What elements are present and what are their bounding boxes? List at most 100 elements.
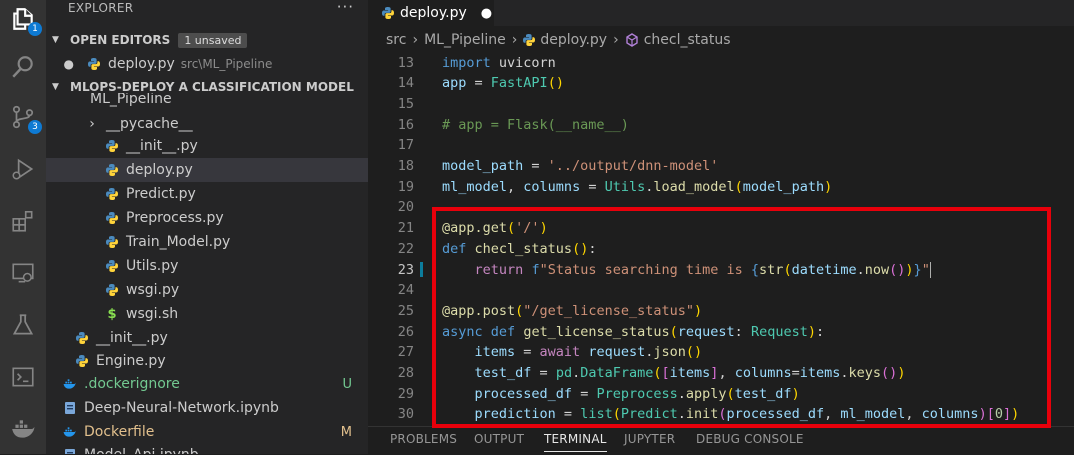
file-tree-item[interactable]: › __pycache__ — [46, 112, 368, 136]
extensions-icon[interactable] — [6, 204, 40, 238]
code-token: () — [547, 75, 564, 92]
breadcrumb-folder[interactable]: ML_Pipeline — [424, 32, 506, 48]
chevron-right-icon: › — [412, 32, 419, 48]
panel-tab-problems[interactable]: PROBLEMS — [390, 432, 457, 446]
file-tree-label: Deep-Neural-Network.ipynb — [84, 400, 279, 416]
source-control-icon[interactable]: 3 — [6, 100, 42, 134]
panel-tab-debug-console[interactable]: DEBUG CONSOLE — [696, 432, 804, 446]
python-file-icon — [523, 34, 536, 46]
file-tree-label: __init__.py — [96, 330, 168, 346]
code-line: 16 # app = Flask(__name__) — [368, 114, 1074, 135]
code-token: columns — [523, 178, 581, 195]
panel-tab-output[interactable]: OUTPUT — [474, 432, 524, 446]
code-token: = — [580, 178, 605, 195]
file-tree-label: wsgi.py — [126, 282, 180, 298]
code-token: = — [523, 158, 548, 174]
chevron-right-icon: › — [511, 32, 518, 48]
file-tree-item[interactable]: ML_Pipeline — [46, 93, 368, 107]
file-tree-item[interactable]: Engine.py — [46, 349, 368, 373]
code-token: load_model — [653, 178, 735, 195]
python-file-icon — [74, 355, 90, 367]
file-tree-item[interactable]: .dockerignore U — [46, 372, 368, 396]
unsaved-dot-icon[interactable]: ● — [481, 6, 492, 21]
code-line: 13 import uvicorn — [368, 52, 1074, 73]
code-token: # app = Flask(__name__) — [442, 116, 629, 133]
code-token: model_path — [742, 178, 825, 195]
line-number: 27 — [397, 344, 414, 361]
bottom-panel: PROBLEMS OUTPUT TERMINAL JUPYTER DEBUG CONSO… — [368, 426, 1074, 455]
tab-label: deploy.py — [400, 5, 467, 21]
python-file-icon — [104, 140, 120, 152]
more-actions-icon[interactable]: ··· — [337, 0, 354, 16]
highlight-box — [432, 207, 1051, 428]
code-token: ml_model — [442, 178, 508, 195]
file-tree-label: Preprocess.py — [126, 210, 224, 226]
python-file-icon — [104, 212, 120, 224]
file-tree-item[interactable]: Preprocess.py — [46, 206, 368, 230]
git-status-badge: M — [340, 424, 352, 440]
panel-tab-jupyter[interactable]: JUPYTER — [624, 432, 675, 446]
open-editors-label: OPEN EDITORS — [70, 33, 171, 47]
file-tree-item[interactable]: __init__.py — [46, 134, 368, 158]
file-tree-label: __init__.py — [126, 138, 198, 154]
code-token: Utils — [604, 178, 646, 195]
file-tree-label: Engine.py — [96, 353, 166, 369]
explorer-icon[interactable]: 1 — [6, 2, 42, 36]
breadcrumb-src[interactable]: src — [386, 32, 406, 48]
python-file-icon — [104, 164, 120, 176]
run-debug-icon[interactable] — [6, 152, 40, 186]
python-file-icon — [104, 188, 120, 200]
file-tree-item[interactable]: wsgi.py — [46, 278, 368, 302]
file-tree-item[interactable]: Model_Api.ipynb — [46, 443, 368, 454]
remote-explorer-icon[interactable] — [6, 256, 40, 290]
modified-line-gutter — [420, 262, 423, 277]
file-tree-item[interactable]: Train_Model.py — [46, 230, 368, 254]
file-tree-item[interactable]: $ wsgi.sh — [46, 302, 368, 326]
source-control-badge: 3 — [28, 120, 42, 134]
python-file-icon — [104, 284, 120, 296]
file-tree-label: Model_Api.ipynb — [84, 447, 199, 454]
file-tree-item[interactable]: Predict.py — [46, 182, 368, 206]
file-tree-item[interactable]: deploy.py — [46, 158, 368, 182]
open-editor-item[interactable]: ● deploy.py src\ML_Pipeline — [46, 52, 368, 76]
file-tree-label: Train_Model.py — [126, 234, 231, 250]
line-number: 26 — [397, 323, 414, 340]
search-icon[interactable] — [6, 50, 40, 84]
line-number: 23 — [397, 261, 414, 278]
file-tree-item[interactable]: Utils.py — [46, 254, 368, 278]
open-editor-path: src\ML_Pipeline — [180, 57, 273, 71]
explorer-badge: 1 — [28, 22, 42, 36]
code-line: 15 — [368, 93, 1074, 114]
file-tree-item[interactable]: __init__.py — [46, 326, 368, 350]
code-line: 18 model_path = '../output/dnn-model' — [368, 156, 1074, 177]
file-tree-item[interactable]: Dockerfile M — [46, 420, 368, 444]
code-token: , — [507, 178, 524, 195]
file-tree-item[interactable]: Deep-Neural-Network.ipynb — [46, 396, 368, 420]
chevron-right-icon: › — [89, 116, 95, 132]
open-editors-section[interactable]: ▼ OPEN EDITORS 1 unsaved — [46, 29, 368, 51]
breadcrumb-symbol[interactable]: checl_status — [644, 32, 731, 48]
code-token: ( — [734, 178, 743, 195]
testing-icon[interactable] — [6, 308, 40, 342]
docker-file-icon — [62, 426, 78, 438]
code-line: 14 app = FastAPI() — [368, 73, 1074, 94]
tab-deploy-py[interactable]: deploy.py ● — [368, 0, 494, 26]
code-token: FastAPI — [490, 75, 548, 92]
line-number: 13 — [397, 54, 414, 71]
docker-icon[interactable] — [6, 412, 40, 446]
breadcrumb-file[interactable]: deploy.py — [540, 32, 607, 48]
panel-tab-terminal[interactable]: TERMINAL — [544, 432, 607, 452]
tab-bar: deploy.py ● — [368, 0, 1074, 26]
notebook-file-icon — [62, 401, 78, 415]
code-token: import — [442, 54, 491, 71]
line-number: 16 — [397, 116, 414, 133]
file-tree-label: wsgi.sh — [126, 306, 179, 322]
file-tree-label: Predict.py — [126, 186, 196, 202]
shell-file-icon: $ — [107, 306, 117, 322]
terminal-icon[interactable] — [6, 360, 40, 394]
open-editor-name: deploy.py — [108, 56, 175, 72]
code-token: = — [466, 75, 491, 92]
notebook-file-icon — [62, 448, 78, 454]
line-number: 14 — [397, 75, 414, 92]
python-file-icon — [104, 236, 120, 248]
